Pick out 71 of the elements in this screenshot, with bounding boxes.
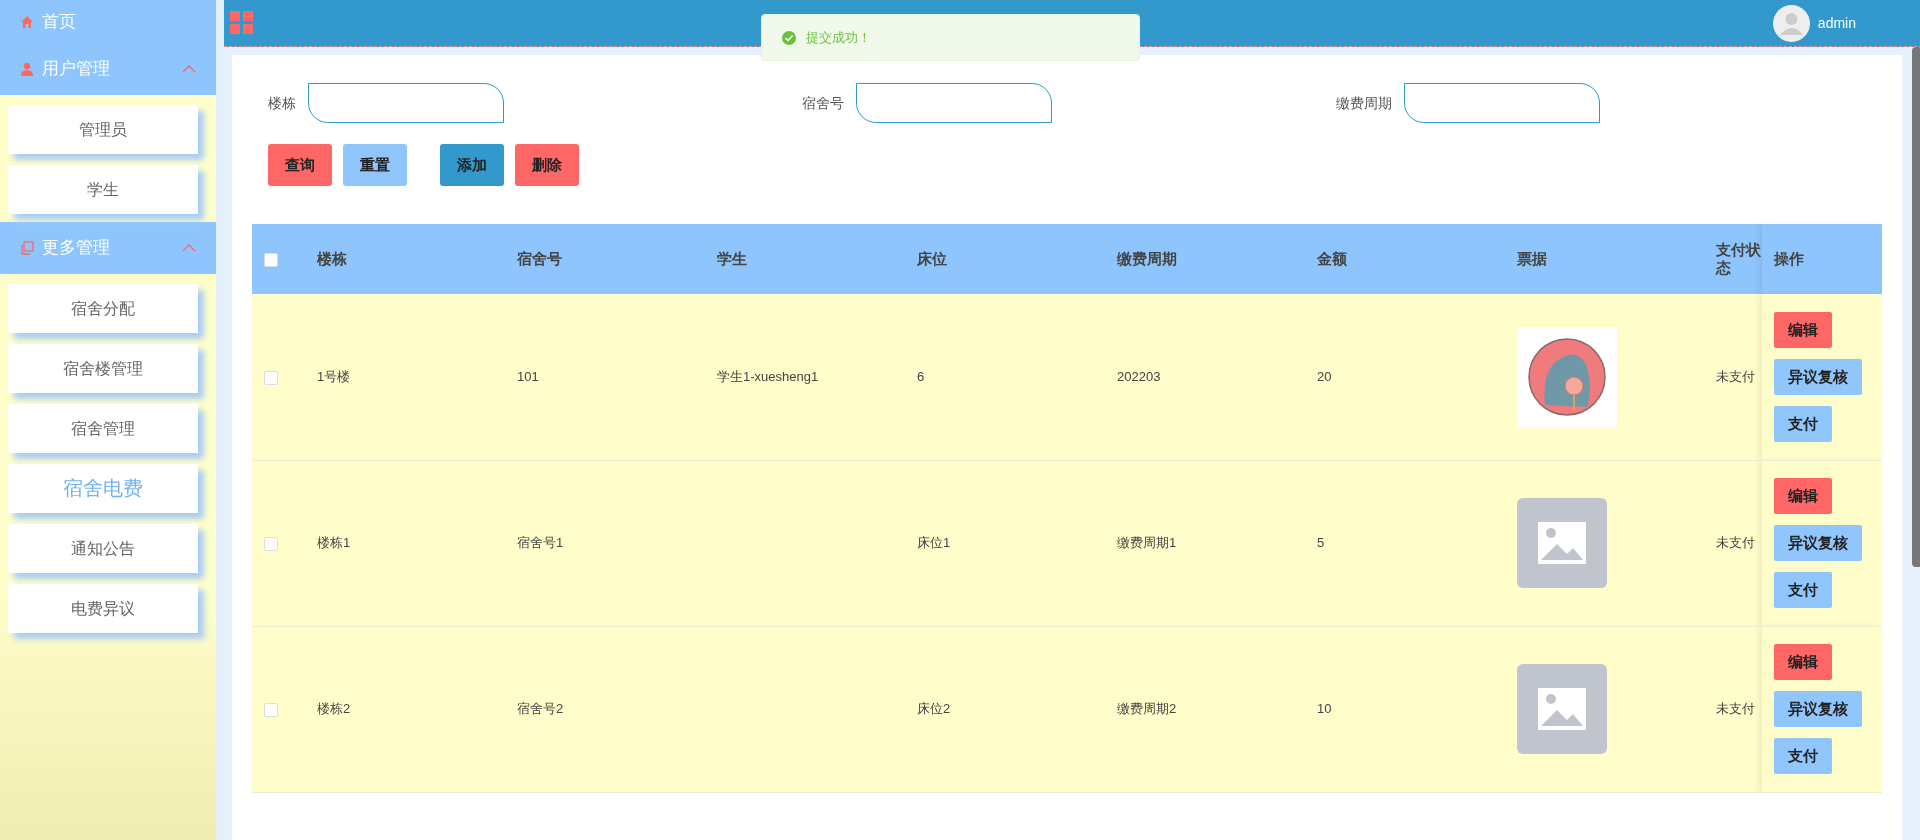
toast-message: 提交成功！ — [806, 28, 871, 47]
row-action-button[interactable]: 编辑 — [1774, 644, 1832, 680]
menu-item[interactable]: 管理员 — [8, 105, 198, 154]
chevron-icon — [182, 65, 196, 73]
search-field[interactable] — [1404, 83, 1600, 123]
table-cell: 缴费周期2 — [1117, 701, 1177, 717]
table-cell: 床位1 — [917, 535, 951, 551]
column-header: 床位 — [900, 224, 1100, 294]
user-icon — [20, 62, 34, 76]
home-icon — [20, 14, 34, 29]
table-cell: 楼栋1 — [317, 535, 351, 551]
action-button[interactable]: 删除 — [515, 144, 579, 186]
status-text: 未支付 — [1716, 369, 1755, 384]
table-cell: 缴费周期1 — [1117, 535, 1177, 551]
menu-item[interactable]: 学生 — [8, 165, 198, 214]
field-label: 宿舍号 — [802, 93, 844, 113]
table-cell: 101 — [517, 369, 539, 384]
table-cell: 10 — [1317, 701, 1332, 717]
row-action-button[interactable]: 支付 — [1774, 405, 1832, 442]
column-header: 学生 — [700, 224, 900, 294]
table-cell: 宿舍号1 — [517, 535, 564, 551]
row-action-button[interactable]: 异议复核 — [1774, 358, 1862, 395]
column-header: 操作 — [1762, 224, 1882, 294]
username: admin — [1817, 13, 1856, 33]
column-header: 票据 — [1500, 224, 1700, 294]
chevron-icon — [182, 244, 196, 252]
column-header: 宿舍号 — [500, 224, 700, 294]
table-cell: 床位2 — [917, 701, 951, 717]
status-text: 未支付 — [1716, 535, 1755, 551]
table-cell: 20 — [1317, 369, 1332, 384]
table-cell: 5 — [1317, 535, 1325, 551]
search-field[interactable] — [856, 83, 1052, 123]
column-header: 缴费周期 — [1100, 224, 1300, 294]
table-cell: 202203 — [1117, 369, 1161, 384]
action-button[interactable]: 查询 — [268, 144, 332, 186]
row-action-button[interactable]: 异议复核 — [1774, 691, 1862, 727]
row-checkbox[interactable] — [264, 370, 278, 385]
menu-item[interactable]: 宿舍楼管理 — [8, 344, 198, 393]
select-all-checkbox[interactable] — [264, 253, 278, 268]
scrollbar[interactable] — [1912, 47, 1920, 567]
row-action-button[interactable]: 支付 — [1774, 738, 1832, 774]
table-cell: 学生1-xuesheng1 — [717, 369, 819, 384]
table-cell: 1号楼 — [317, 369, 351, 384]
menu-item[interactable]: 通知公告 — [8, 524, 198, 573]
avatar-icon[interactable] — [1772, 4, 1810, 42]
menu-item[interactable]: 电费异议 — [8, 584, 198, 633]
row-action-button[interactable]: 编辑 — [1774, 478, 1832, 514]
menu-item[interactable]: 宿舍分配 — [8, 284, 198, 333]
grid-icon[interactable] — [230, 11, 254, 35]
image-placeholder-icon — [1517, 498, 1607, 588]
row-action-button[interactable]: 异议复核 — [1774, 525, 1862, 561]
table-cell: 6 — [917, 369, 925, 384]
field-label: 楼栋 — [268, 93, 296, 113]
image-placeholder-icon — [1517, 664, 1607, 754]
row-checkbox[interactable] — [264, 702, 278, 717]
menu-item[interactable]: 宿舍管理 — [8, 404, 198, 453]
row-checkbox[interactable] — [264, 536, 278, 551]
copy-icon — [20, 241, 34, 255]
check-circle-icon — [782, 30, 796, 45]
column-header: 金额 — [1300, 224, 1500, 294]
table-cell: 楼栋2 — [317, 701, 351, 717]
row-action-button[interactable]: 编辑 — [1774, 311, 1832, 348]
table-cell: 宿舍号2 — [517, 701, 564, 717]
field-label: 缴费周期 — [1336, 93, 1392, 113]
status-text: 未支付 — [1716, 701, 1755, 717]
search-field[interactable] — [308, 83, 504, 123]
column-header: 支付状态 — [1700, 224, 1762, 294]
column-header: 楼栋 — [300, 224, 500, 294]
row-action-button[interactable]: 支付 — [1774, 572, 1832, 608]
action-button[interactable]: 添加 — [440, 144, 504, 186]
action-button[interactable]: 重置 — [343, 144, 407, 186]
